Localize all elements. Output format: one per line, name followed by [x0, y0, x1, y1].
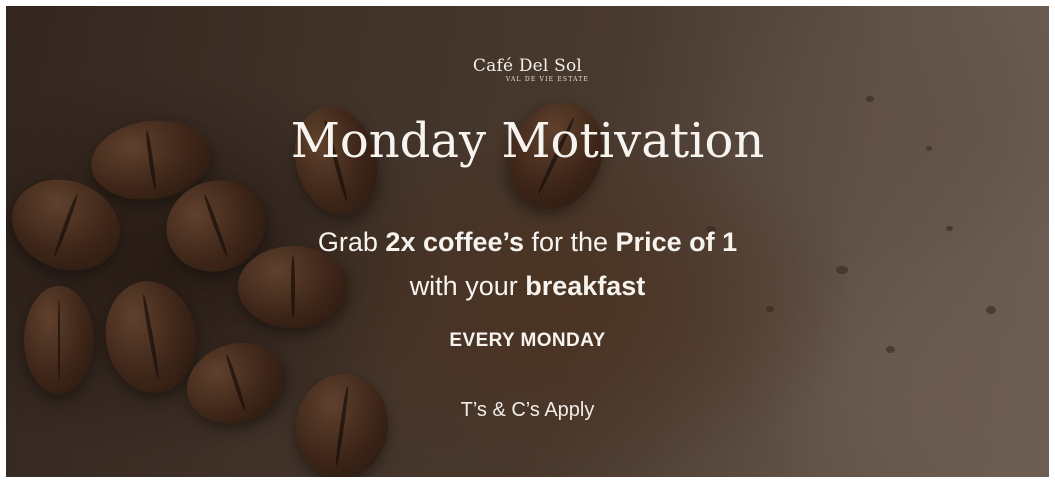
brand-subtitle: VAL DE VIE ESTATE [505, 76, 590, 83]
offer-highlight-meal: breakfast [525, 271, 646, 301]
terms-note: T’s & C’s Apply [460, 399, 595, 421]
offer-text-segment: Grab [317, 227, 386, 257]
promo-content: Café Del Sol VAL DE VIE ESTATE Monday Mo… [6, 6, 1049, 477]
promo-headline: Monday Motivation [290, 113, 765, 169]
offer-text-segment: with your [409, 271, 526, 301]
offer-line-1: Grab 2x coffee’s for the Price of 1 [6, 220, 1049, 264]
promo-schedule: EVERY MONDAY [449, 330, 606, 351]
offer-line-2: with your breakfast [6, 264, 1049, 308]
offer-highlight-price: Price of 1 [615, 227, 738, 257]
promo-banner: Café Del Sol VAL DE VIE ESTATE Monday Mo… [6, 6, 1049, 477]
brand-logo: Café Del Sol VAL DE VIE ESTATE [6, 56, 1049, 84]
brand-name: Café Del Sol [472, 56, 583, 76]
offer-highlight-quantity: 2x coffee’s [385, 227, 524, 257]
offer-text-segment: for the [524, 227, 616, 257]
offer-text: Grab 2x coffee’s for the Price of 1 with… [6, 220, 1049, 308]
